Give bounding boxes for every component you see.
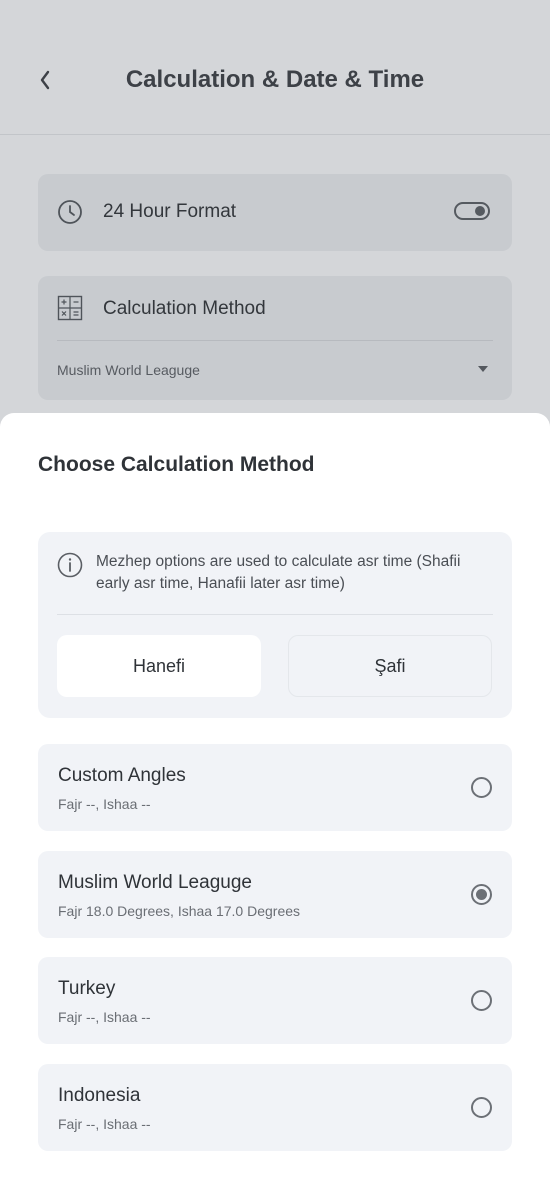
option-turkey[interactable]: Turkey Fajr --, Ishaa -- (38, 957, 512, 1044)
calculation-method-row[interactable]: Calculation Method Muslim World Leaguge (38, 276, 512, 400)
option-name: Turkey (58, 978, 116, 999)
option-name: Muslim World Leaguge (58, 872, 252, 893)
header: Calculation & Date & Time (0, 0, 550, 135)
bottom-sheet: Choose Calculation Method Mezhep options… (0, 413, 550, 1190)
info-icon (57, 552, 83, 578)
sheet-title: Choose Calculation Method (38, 453, 315, 476)
option-indonesia[interactable]: Indonesia Fajr --, Ishaa -- (38, 1064, 512, 1151)
calculation-method-value: Muslim World Leaguge (57, 362, 200, 378)
mezhep-box: Mezhep options are used to calculate asr… (38, 532, 512, 718)
option-subtitle: Fajr --, Ishaa -- (58, 1009, 151, 1025)
option-subtitle: Fajr 18.0 Degrees, Ishaa 17.0 Degrees (58, 903, 301, 919)
radio-button[interactable] (471, 1097, 492, 1118)
caret-down-icon[interactable] (478, 366, 488, 372)
toggle-knob (475, 206, 485, 216)
calculator-icon (57, 295, 83, 321)
option-name: Custom Angles (58, 765, 186, 786)
clock-icon (58, 200, 82, 224)
option-name: Indonesia (58, 1085, 141, 1106)
hour-format-toggle[interactable] (454, 202, 490, 220)
settings-screen: Calculation & Date & Time 24 Hour Format… (0, 0, 550, 1190)
calculation-method-label: Calculation Method (103, 298, 266, 319)
hour-format-label: 24 Hour Format (103, 201, 237, 222)
page-title: Calculation & Date & Time (125, 66, 425, 93)
radio-button[interactable] (471, 777, 492, 798)
divider (57, 614, 493, 615)
divider (57, 340, 493, 341)
radio-button-checked[interactable] (471, 884, 492, 905)
mezhep-info-text: Mezhep options are used to calculate asr… (96, 553, 461, 592)
option-subtitle: Fajr --, Ishaa -- (58, 1116, 151, 1132)
option-subtitle: Fajr --, Ishaa -- (58, 796, 151, 812)
hour-format-row[interactable]: 24 Hour Format (38, 174, 512, 251)
radio-button[interactable] (471, 990, 492, 1011)
hanefi-button[interactable]: Hanefi (57, 635, 261, 697)
option-muslim-world-league[interactable]: Muslim World Leaguge Fajr 18.0 Degrees, … (38, 851, 512, 938)
safi-button[interactable]: Şafi (288, 635, 492, 697)
option-custom-angles[interactable]: Custom Angles Fajr --, Ishaa -- (38, 744, 512, 831)
